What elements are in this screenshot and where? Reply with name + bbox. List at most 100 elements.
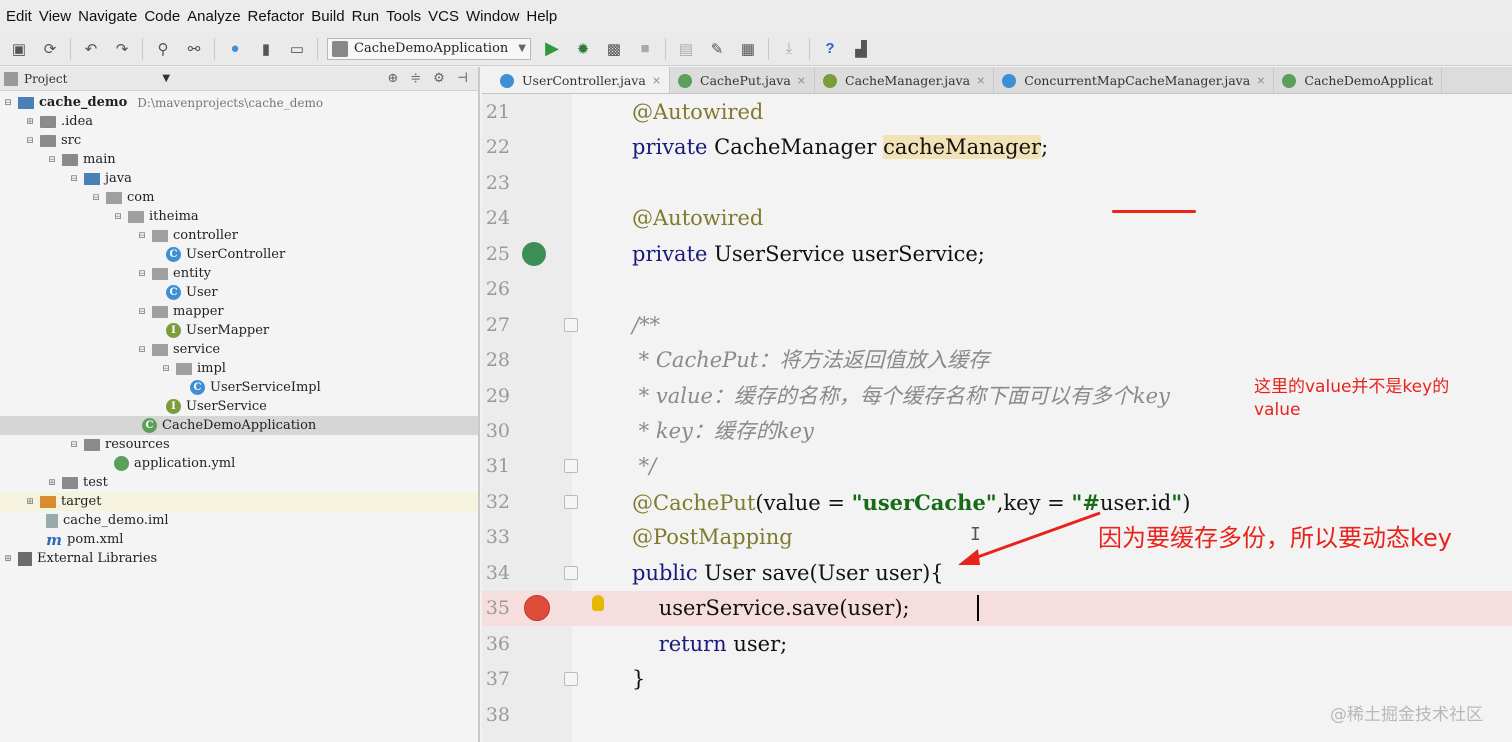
collapse-toggle-icon[interactable]: ⊟ (68, 174, 80, 184)
tree-item-itheima[interactable]: ⊟ itheima (0, 207, 478, 226)
code-fragment: UserService userService; (707, 242, 985, 266)
undo-icon[interactable]: ↶ (80, 38, 102, 60)
expand-toggle-icon[interactable]: ⊞ (2, 554, 14, 564)
tree-item-src[interactable]: ⊟ src (0, 131, 478, 150)
collapse-toggle-icon[interactable]: ⊟ (136, 269, 148, 279)
expand-toggle-icon[interactable]: ⊞ (24, 117, 36, 127)
line-number: 37 (485, 668, 510, 690)
menu-run[interactable]: Run (352, 8, 380, 25)
replace-icon[interactable]: ⚯ (183, 38, 205, 60)
menu-window[interactable]: Window (466, 8, 519, 25)
tree-item-com[interactable]: ⊟ com (0, 188, 478, 207)
tree-item-mapper[interactable]: ⊟ mapper (0, 302, 478, 321)
menu-edit[interactable]: Edit (6, 8, 32, 25)
stop-icon[interactable]: ■ (634, 38, 656, 60)
run-configuration-select[interactable]: CacheDemoApplication ▼ (327, 37, 531, 60)
tree-item-label: cache_demo.iml (63, 513, 169, 528)
tree-item-test[interactable]: ⊞ test (0, 473, 478, 492)
keyword: private (632, 242, 708, 266)
tab-concurrentmapcachemanager[interactable]: ConcurrentMapCacheManager.java × (994, 67, 1275, 93)
copy-icon[interactable]: ▮ (255, 38, 277, 60)
tree-item-user[interactable]: C User (0, 283, 478, 302)
collapse-toggle-icon[interactable]: ⊟ (160, 364, 172, 374)
tab-cachemanager[interactable]: CacheManager.java × (815, 67, 995, 93)
collapse-toggle-icon[interactable]: ⊟ (2, 98, 14, 108)
tree-item-idea[interactable]: ⊞ .idea (0, 112, 478, 131)
tree-item-userserviceimpl[interactable]: C UserServiceImpl (0, 378, 478, 397)
gear-icon[interactable]: ⚙ (433, 71, 445, 86)
chevron-down-icon[interactable]: ▼ (162, 73, 170, 84)
run-icon[interactable]: ▶ (541, 38, 563, 60)
tree-item-controller[interactable]: ⊟ controller (0, 226, 478, 245)
menu-help[interactable]: Help (526, 8, 557, 25)
collapse-toggle-icon[interactable]: ⊟ (90, 193, 102, 203)
redo-icon[interactable]: ↷ (111, 38, 133, 60)
collapse-toggle-icon[interactable]: ⊟ (46, 155, 58, 165)
tree-item-userservice[interactable]: I UserService (0, 397, 478, 416)
class-icon[interactable]: ● (224, 38, 246, 60)
close-icon[interactable]: × (976, 74, 985, 87)
tree-item-usermapper[interactable]: I UserMapper (0, 321, 478, 340)
menu-navigate[interactable]: Navigate (78, 8, 137, 25)
expand-toggle-icon[interactable]: ⊞ (46, 478, 58, 488)
tab-cacheput[interactable]: CachePut.java × (670, 67, 816, 93)
menu-tools[interactable]: Tools (386, 8, 421, 25)
menu-vcs[interactable]: VCS (428, 8, 459, 25)
tree-item-impl[interactable]: ⊟ impl (0, 359, 478, 378)
tree-item-cachedemoapplication[interactable]: C CacheDemoApplication (0, 416, 478, 435)
tree-item-java[interactable]: ⊟ java (0, 169, 478, 188)
tree-item-cache-demo[interactable]: ⊟ cache_demo D:\mavenprojects\cache_demo (0, 93, 478, 112)
menu-refactor[interactable]: Refactor (248, 8, 305, 25)
tree-item-target[interactable]: ⊞ target (0, 492, 478, 511)
hide-panel-icon[interactable]: ⊣ (457, 71, 468, 86)
close-icon[interactable]: × (1256, 74, 1265, 87)
collapse-toggle-icon[interactable]: ⊟ (136, 345, 148, 355)
expand-toggle-icon[interactable]: ⊞ (24, 497, 36, 507)
tree-item-application-yml[interactable]: application.yml (0, 454, 478, 473)
build-icon[interactable]: ▤ (675, 38, 697, 60)
close-icon[interactable]: × (652, 74, 661, 87)
collapse-toggle-icon[interactable]: ⊟ (112, 212, 124, 222)
tab-cachedemoapplication[interactable]: CacheDemoApplicat (1274, 67, 1443, 93)
intention-bulb-icon[interactable] (592, 595, 604, 611)
fold-toggle-icon[interactable] (564, 566, 578, 580)
tree-item-usercontroller[interactable]: C UserController (0, 245, 478, 264)
plugin-icon[interactable]: ▟ (850, 38, 872, 60)
tree-item-main[interactable]: ⊟ main (0, 150, 478, 169)
project-view-label[interactable]: Project (24, 72, 67, 86)
fold-toggle-icon[interactable] (564, 318, 578, 332)
find-icon[interactable]: ⚲ (152, 38, 174, 60)
menu-code[interactable]: Code (144, 8, 180, 25)
structure-icon[interactable]: ▦ (737, 38, 759, 60)
sync-icon[interactable]: ⟳ (39, 38, 61, 60)
collapse-toggle-icon[interactable]: ⊟ (68, 440, 80, 450)
folder-icon[interactable]: ▭ (286, 38, 308, 60)
fold-toggle-icon[interactable] (564, 495, 578, 509)
menu-view[interactable]: View (39, 8, 71, 25)
tree-item-service[interactable]: ⊟ service (0, 340, 478, 359)
close-icon[interactable]: × (797, 74, 806, 87)
collapse-toggle-icon[interactable]: ⊟ (136, 307, 148, 317)
collapse-toggle-icon[interactable]: ⊟ (24, 136, 36, 146)
collapse-icon[interactable]: ≑ (410, 71, 421, 86)
menu-build[interactable]: Build (311, 8, 344, 25)
collapse-toggle-icon[interactable]: ⊟ (136, 231, 148, 241)
tree-item-pom-xml[interactable]: m pom.xml (0, 530, 478, 549)
menu-analyze[interactable]: Analyze (187, 8, 240, 25)
download-icon[interactable]: ⤓ (778, 38, 800, 60)
locate-icon[interactable]: ⊕ (387, 71, 398, 86)
breakpoint-icon[interactable] (524, 595, 550, 621)
fold-toggle-icon[interactable] (564, 672, 578, 686)
tab-usercontroller[interactable]: UserController.java × (482, 67, 671, 93)
tree-item-external-libraries[interactable]: ⊞ External Libraries (0, 549, 478, 568)
coverage-icon[interactable]: ▩ (603, 38, 625, 60)
debug-icon[interactable]: ✹ (572, 38, 594, 60)
help-icon[interactable]: ? (819, 38, 841, 60)
fold-toggle-icon[interactable] (564, 459, 578, 473)
tree-item-entity[interactable]: ⊟ entity (0, 264, 478, 283)
bean-navigation-icon[interactable] (522, 242, 546, 266)
save-all-icon[interactable]: ▣ (8, 38, 30, 60)
tree-item-cache-demo-iml[interactable]: cache_demo.iml (0, 511, 478, 530)
settings-icon[interactable]: ✎ (706, 38, 728, 60)
tree-item-resources[interactable]: ⊟ resources (0, 435, 478, 454)
